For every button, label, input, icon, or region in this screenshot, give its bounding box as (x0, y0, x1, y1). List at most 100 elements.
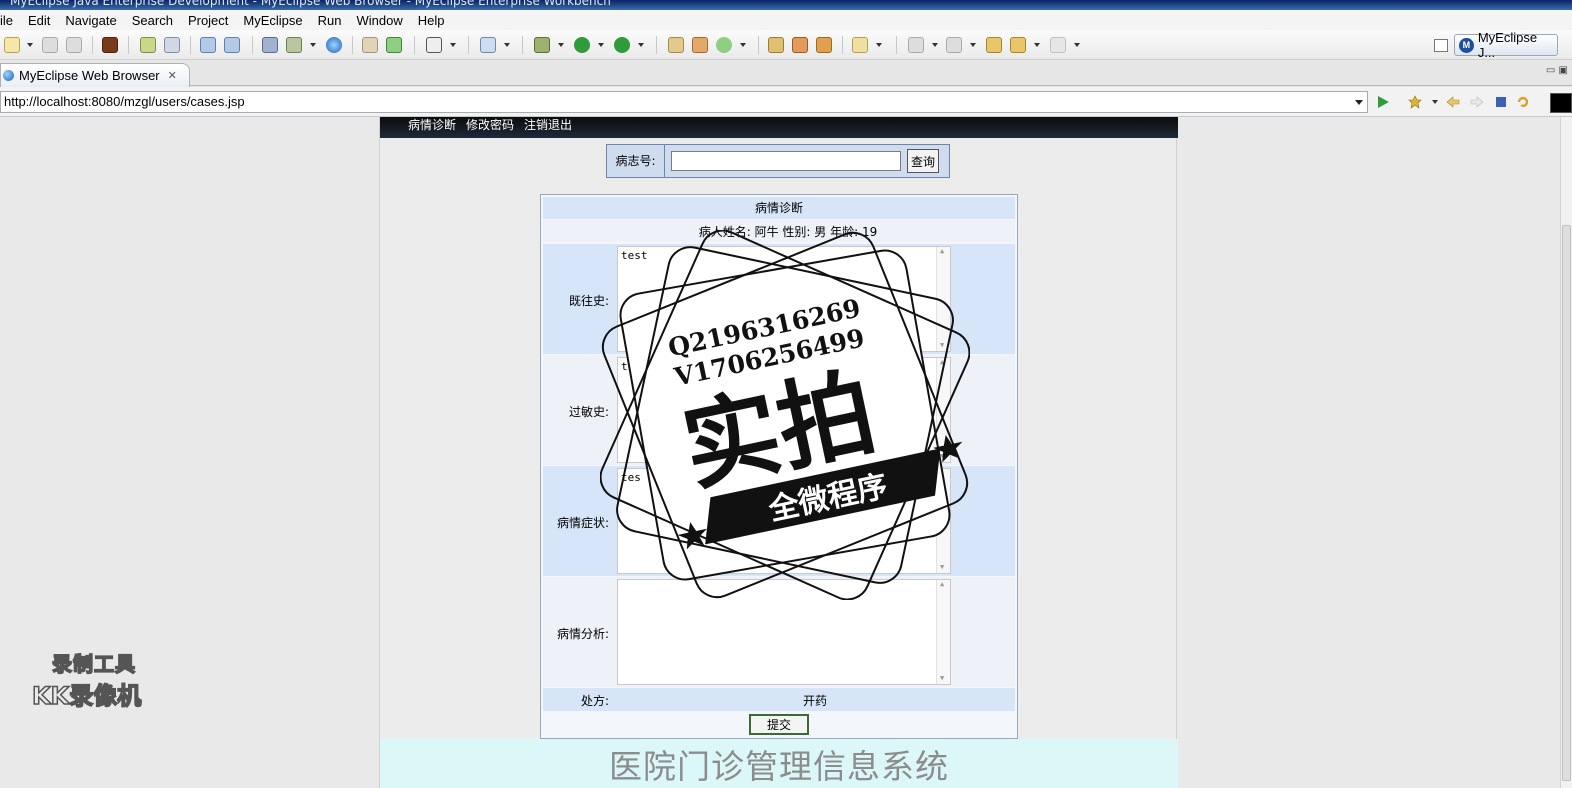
menu-edit[interactable]: Edit (20, 13, 57, 28)
case-number-input[interactable] (671, 151, 901, 171)
minimize-maximize-icon[interactable]: ▭ ▣ (1546, 65, 1568, 76)
toolbar-separator (92, 36, 93, 54)
url-dropdown-icon[interactable] (1355, 100, 1363, 105)
new-icon[interactable] (4, 37, 20, 53)
new-dropdown-icon[interactable] (27, 43, 33, 47)
external-tools-icon[interactable] (614, 37, 630, 53)
last-edit-icon[interactable] (986, 37, 1002, 53)
nav-change-password-link[interactable]: 修改密码 (466, 117, 514, 133)
menu-search[interactable]: Search (124, 13, 180, 28)
open-project-icon[interactable] (768, 37, 784, 53)
hierarchy-icon[interactable] (262, 37, 278, 53)
undeploy-icon[interactable] (224, 37, 240, 53)
query-button[interactable]: 查询 (907, 149, 939, 173)
menu-run[interactable]: Run (310, 13, 349, 28)
stop-icon[interactable] (1494, 95, 1508, 109)
allergy-history-value: test (621, 360, 648, 373)
nav-diagnosis-link[interactable]: 病情诊断 (408, 117, 456, 133)
textarea-scrollbar[interactable] (936, 358, 950, 462)
past-history-textarea[interactable]: test (617, 246, 951, 352)
view-menu-icon[interactable] (1550, 93, 1572, 113)
nav-logout-link[interactable]: 注销退出 (524, 117, 572, 133)
textarea-scrollbar[interactable] (936, 580, 950, 684)
scrollbar-thumb[interactable] (1562, 225, 1571, 781)
site-footer: 医院门诊管理信息系统 (380, 739, 1178, 788)
open-type-icon[interactable] (286, 37, 302, 53)
refresh-icon[interactable] (716, 37, 732, 53)
prev-annotation-icon[interactable] (946, 37, 962, 53)
back-dropdown-icon[interactable] (1034, 43, 1040, 47)
menu-help[interactable]: Help (410, 13, 452, 28)
forward-icon[interactable] (1050, 37, 1066, 53)
perspective-label: MyEclipse J... (1477, 30, 1538, 60)
patient-info: 病人姓名: 阿牛 性别: 男 年龄: 19 (543, 220, 1015, 242)
menu-navigate[interactable]: Navigate (57, 13, 123, 28)
camera-icon[interactable] (426, 37, 442, 53)
save-icon[interactable] (42, 37, 58, 53)
menu-project[interactable]: Project (180, 13, 235, 28)
web-page: 病情诊断 修改密码 注销退出 病志号: 查询 病情诊断 病人姓名: 阿牛 性别:… (379, 117, 1178, 788)
next-annotation-dropdown-icon[interactable] (932, 43, 938, 47)
print-icon[interactable] (66, 37, 82, 53)
close-icon[interactable]: ✕ (168, 69, 177, 82)
favorites-icon[interactable] (1408, 95, 1422, 109)
browser-forward-icon[interactable] (1470, 95, 1484, 109)
textarea-scrollbar[interactable] (936, 247, 950, 351)
past-history-row: 既往史: test (543, 244, 1015, 354)
run-icon[interactable] (574, 37, 590, 53)
debug-bug-icon[interactable] (140, 37, 156, 53)
menu-window[interactable]: Window (349, 13, 410, 28)
bag-icon[interactable] (816, 37, 832, 53)
wand-icon[interactable] (668, 37, 684, 53)
refresh-dropdown-icon[interactable] (740, 43, 746, 47)
run-dropdown-icon[interactable] (598, 43, 604, 47)
external-tools-dropdown-icon[interactable] (638, 43, 644, 47)
browser-back-icon[interactable] (1446, 95, 1460, 109)
open-perspective-icon[interactable] (1434, 39, 1448, 52)
folder-dropdown-icon[interactable] (876, 43, 882, 47)
open-type-dropdown-icon[interactable] (310, 43, 316, 47)
allergy-history-textarea[interactable]: test (617, 357, 951, 463)
perspective-button[interactable]: M MyEclipse J... (1454, 30, 1558, 60)
tab-web-browser[interactable]: MyEclipse Web Browser ✕ (0, 63, 190, 87)
browser-address-bar: http://localhost:8080/mzgl/users/cases.j… (0, 87, 1572, 117)
analysis-label: 病情分析: (556, 627, 609, 641)
page-scrollbar[interactable] (1560, 117, 1572, 788)
prescription-value[interactable]: 开药 (803, 692, 827, 709)
prev-annotation-dropdown-icon[interactable] (970, 43, 976, 47)
debug-dropdown-icon[interactable] (558, 43, 564, 47)
refresh-icon[interactable] (1516, 95, 1530, 109)
gift-icon[interactable] (692, 37, 708, 53)
go-icon[interactable] (1376, 95, 1390, 109)
url-input[interactable]: http://localhost:8080/mzgl/users/cases.j… (0, 91, 1368, 113)
camera-dropdown-icon[interactable] (450, 43, 456, 47)
case-search-bar: 病志号: 查询 (606, 144, 950, 178)
globe-icon[interactable] (326, 37, 342, 53)
symptoms-textarea[interactable]: tes (617, 468, 951, 574)
next-annotation-icon[interactable] (908, 37, 924, 53)
new-wizard-icon[interactable] (480, 37, 496, 53)
folder-icon[interactable] (852, 37, 868, 53)
menu-file[interactable]: ile (0, 13, 20, 28)
package-icon[interactable] (102, 37, 118, 53)
debug-icon[interactable] (534, 37, 550, 53)
submit-button[interactable]: 提交 (749, 714, 809, 735)
toolbar-separator (656, 36, 657, 54)
allergy-history-label: 过敏史: (568, 405, 609, 419)
add-icon[interactable] (386, 37, 402, 53)
rocket-icon[interactable] (792, 37, 808, 53)
server-icon[interactable] (164, 37, 180, 53)
textarea-scrollbar[interactable] (936, 469, 950, 573)
toolbar-separator (758, 36, 759, 54)
analysis-row: 病情分析: (543, 577, 1015, 687)
past-history-label: 既往史: (568, 294, 609, 308)
analysis-textarea[interactable] (617, 579, 951, 685)
forward-dropdown-icon[interactable] (1074, 43, 1080, 47)
back-icon[interactable] (1010, 37, 1026, 53)
favorites-dropdown-icon[interactable] (1432, 100, 1438, 104)
menu-myeclipse[interactable]: MyEclipse (235, 13, 309, 28)
deploy-icon[interactable] (200, 37, 216, 53)
open-folder-icon[interactable] (362, 37, 378, 53)
new-wizard-dropdown-icon[interactable] (504, 43, 510, 47)
toolbar-separator (252, 36, 253, 54)
